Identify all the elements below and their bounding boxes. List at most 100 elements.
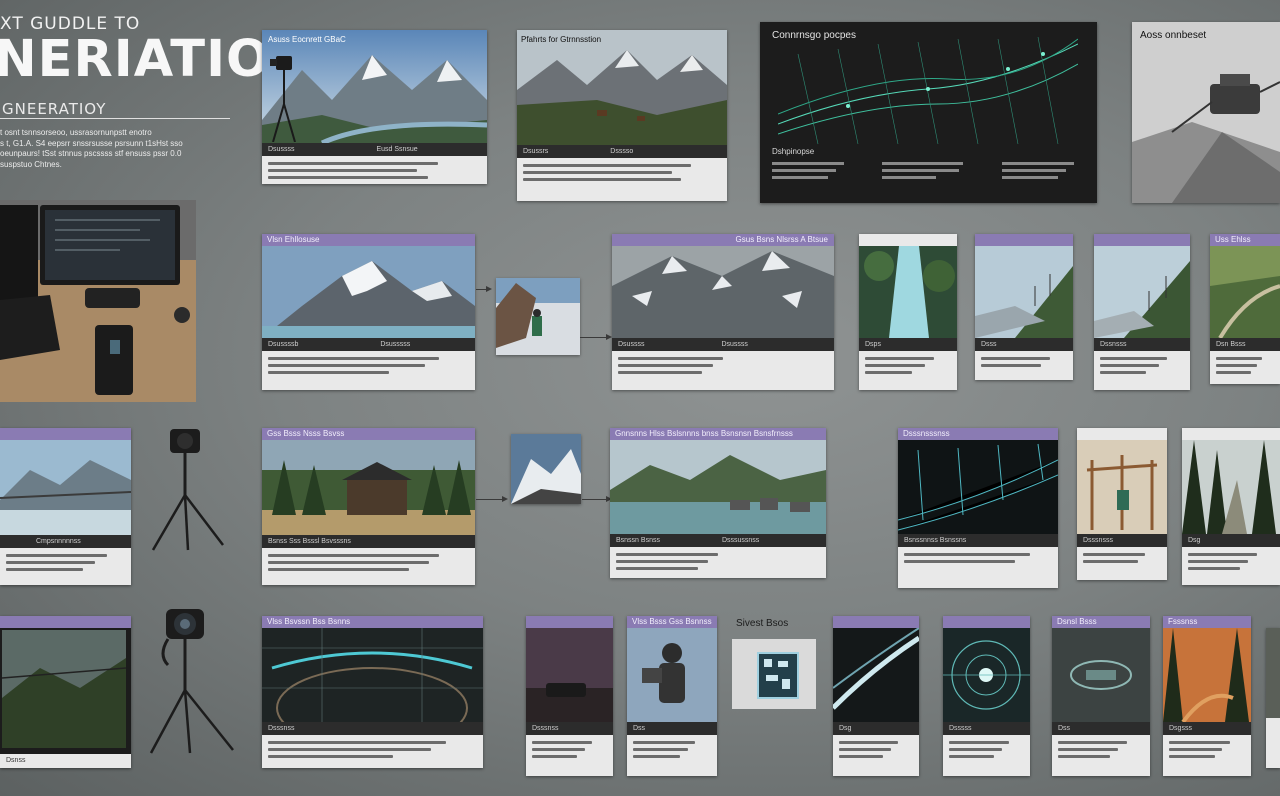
card-description xyxy=(262,351,475,382)
card-connection-points[interactable]: Connrnsgo pocpes Dshpinopse xyxy=(760,22,1097,203)
card-header: Vlss Bsss Gss Bsnnss xyxy=(627,616,717,628)
card-emblem[interactable]: Dsnsl Bsss Dss xyxy=(1052,616,1150,776)
card-lodge[interactable]: Gss Bsss Nsss Bsvss Bsnss Sss Bsssl Bsvs… xyxy=(262,428,475,585)
caption-bar: Cmpsnnnnnss xyxy=(0,535,131,548)
card-header: Vlss Bsvssn Bss Bsnns xyxy=(262,616,483,628)
card-description xyxy=(262,548,475,579)
card-header: Fsssnss xyxy=(1163,616,1251,628)
card-snow-peak[interactable]: Vlsn Ehllosuse Dsussssb Dsusssss xyxy=(262,234,475,390)
sivest-base-panel[interactable]: Sivest Bsos xyxy=(730,618,818,714)
caption-bar: Dss xyxy=(1052,722,1150,735)
card-description xyxy=(1077,547,1167,571)
card-aerial-vehicle[interactable]: Aoss onnbeset xyxy=(1132,22,1280,203)
guide-header: XT GUDDLE TO NERIATION GNEERATIOY t osnt… xyxy=(0,0,313,180)
card-image: Pfahrts for Gtrnnsstion xyxy=(517,30,727,145)
card-description xyxy=(262,735,483,766)
card-forest-hill[interactable]: Dsnss xyxy=(0,616,131,768)
caption-bar: Dsussss Eusd Ssnsue xyxy=(262,143,487,156)
header-intro: t osnt tsnnsorseoo, ussrasornunpstt enot… xyxy=(0,128,230,170)
climber-image xyxy=(496,278,580,355)
card-description xyxy=(1163,735,1251,766)
card-header xyxy=(1077,428,1167,440)
snow-mountain-image xyxy=(511,434,581,504)
intro-line: suspstuo Chtnes. xyxy=(0,159,62,169)
arrow-right-icon xyxy=(476,286,492,292)
camera-tripod-icon xyxy=(149,609,234,754)
card-header xyxy=(975,234,1073,246)
caption-bar: Dsg xyxy=(1182,534,1280,547)
card-image xyxy=(1210,246,1280,338)
card-header: Vlsn Ehllosuse xyxy=(262,234,475,246)
caption-bar: Dsg xyxy=(833,722,919,735)
card-caption: Dshpinopse xyxy=(772,147,815,156)
card-image: Asuss Eocnrett GBaC xyxy=(262,30,487,143)
card-wooden-frames[interactable]: Dsssnsss xyxy=(1077,428,1167,580)
card-mountain-tripod[interactable]: Asuss Eocnrett GBaC Dsussss Eusd Ssnsue xyxy=(262,30,487,184)
card-header: Dsssnsssnss xyxy=(898,428,1058,440)
card-rail-track-view[interactable]: Vlss Bsvssn Bss Bsnns Dsssnss xyxy=(262,616,483,768)
card-description xyxy=(1182,547,1280,578)
card-edge-partial[interactable] xyxy=(1266,628,1280,768)
card-title: Asuss Eocnrett GBaC xyxy=(268,35,346,44)
card-image xyxy=(526,628,613,722)
card-image xyxy=(859,246,957,338)
card-description xyxy=(610,547,826,578)
card-glowing-orb[interactable]: Dsssss xyxy=(943,616,1030,776)
caption-bar: Dsps xyxy=(859,338,957,351)
card-image xyxy=(975,246,1073,338)
card-description xyxy=(517,158,727,189)
caption-bar: Dsssnss xyxy=(526,722,613,735)
caption-bar: Dsssnsss xyxy=(1077,534,1167,547)
card-alpine-valley[interactable]: Pfahrts for Gtrnnsstion Dsussrs Dsssso xyxy=(517,30,727,201)
card-vehicle-dusk[interactable]: Dsssnss xyxy=(526,616,613,776)
card-explorer[interactable]: Vlss Bsss Gss Bsnnss Dss xyxy=(627,616,717,776)
card-mountain-ridge[interactable]: Gsus Bsns Nlsrss A Btsue Dsussss Dsussss xyxy=(612,234,834,390)
card-image xyxy=(1163,628,1251,722)
card-lake-bridge[interactable]: Cmpsnnnnnss xyxy=(0,428,131,585)
card-neon-rails[interactable]: Dsssnsssnss Bsnssnnss Bsnssns xyxy=(898,428,1058,588)
card-description xyxy=(833,735,919,766)
card-waterfall[interactable]: Dsps xyxy=(859,234,957,390)
card-header xyxy=(0,428,131,440)
intro-line: oeunpaurs! tSst stnnus pscssss stf ensus… xyxy=(0,149,182,158)
card-image xyxy=(833,628,919,722)
caption-bar: Dsnss xyxy=(0,754,131,767)
card-description xyxy=(1052,735,1150,766)
card-image xyxy=(1094,246,1190,338)
card-cliff-ridge[interactable]: Dssnsss xyxy=(1094,234,1190,390)
camera-tripod-icon xyxy=(151,429,224,551)
page-subtitle: GNEERATIOY xyxy=(2,100,107,118)
card-header xyxy=(943,616,1030,628)
arrow-right-icon xyxy=(580,334,612,340)
card-header: Dsnsl Bsss xyxy=(1052,616,1150,628)
card-cliff-pylons[interactable]: Dsss xyxy=(975,234,1073,380)
card-description xyxy=(612,351,834,382)
card-sunset-forest[interactable]: Fsssnss Dsgsss xyxy=(1163,616,1251,776)
card-title: Sivest Bsos xyxy=(736,618,789,629)
card-header xyxy=(1182,428,1280,440)
card-header: Uss Ehlss xyxy=(1210,234,1280,246)
card-light-trail[interactable]: Dsg xyxy=(833,616,919,776)
card-image xyxy=(1052,628,1150,722)
header-divider xyxy=(0,118,230,119)
card-forest-valley[interactable]: Uss Ehlss Dsn Bsss xyxy=(1210,234,1280,384)
caption-bar: Dsgsss xyxy=(1163,722,1251,735)
card-image xyxy=(1077,440,1167,534)
caption-bar: Dsussss Dsussss xyxy=(612,338,834,351)
card-image xyxy=(943,628,1030,722)
caption-bar: Dsussssb Dsusssss xyxy=(262,338,475,351)
card-header xyxy=(0,616,131,628)
caption-bar: Dsussrs Dsssso xyxy=(517,145,727,158)
card-title: Aoss onnbeset xyxy=(1140,30,1207,41)
caption-bar: Dssnsss xyxy=(1094,338,1190,351)
card-description xyxy=(1210,351,1280,382)
arrow-right-icon xyxy=(476,496,508,502)
card-image xyxy=(732,639,816,709)
card-description xyxy=(898,547,1058,571)
card-lake-valley[interactable]: Gnnsnns Hlss Bslsnnns bnss Bsnsnsn Bsnsf… xyxy=(610,428,826,578)
intro-line: s t, G1.A. S4 eepsrr snssrsusse psrsunn … xyxy=(0,138,183,148)
caption-bar: Bsnssnnss Bsnssns xyxy=(898,534,1058,547)
caption-bar: Dsss xyxy=(975,338,1073,351)
card-forest-path[interactable]: Dsg xyxy=(1182,428,1280,585)
card-image xyxy=(0,440,131,535)
